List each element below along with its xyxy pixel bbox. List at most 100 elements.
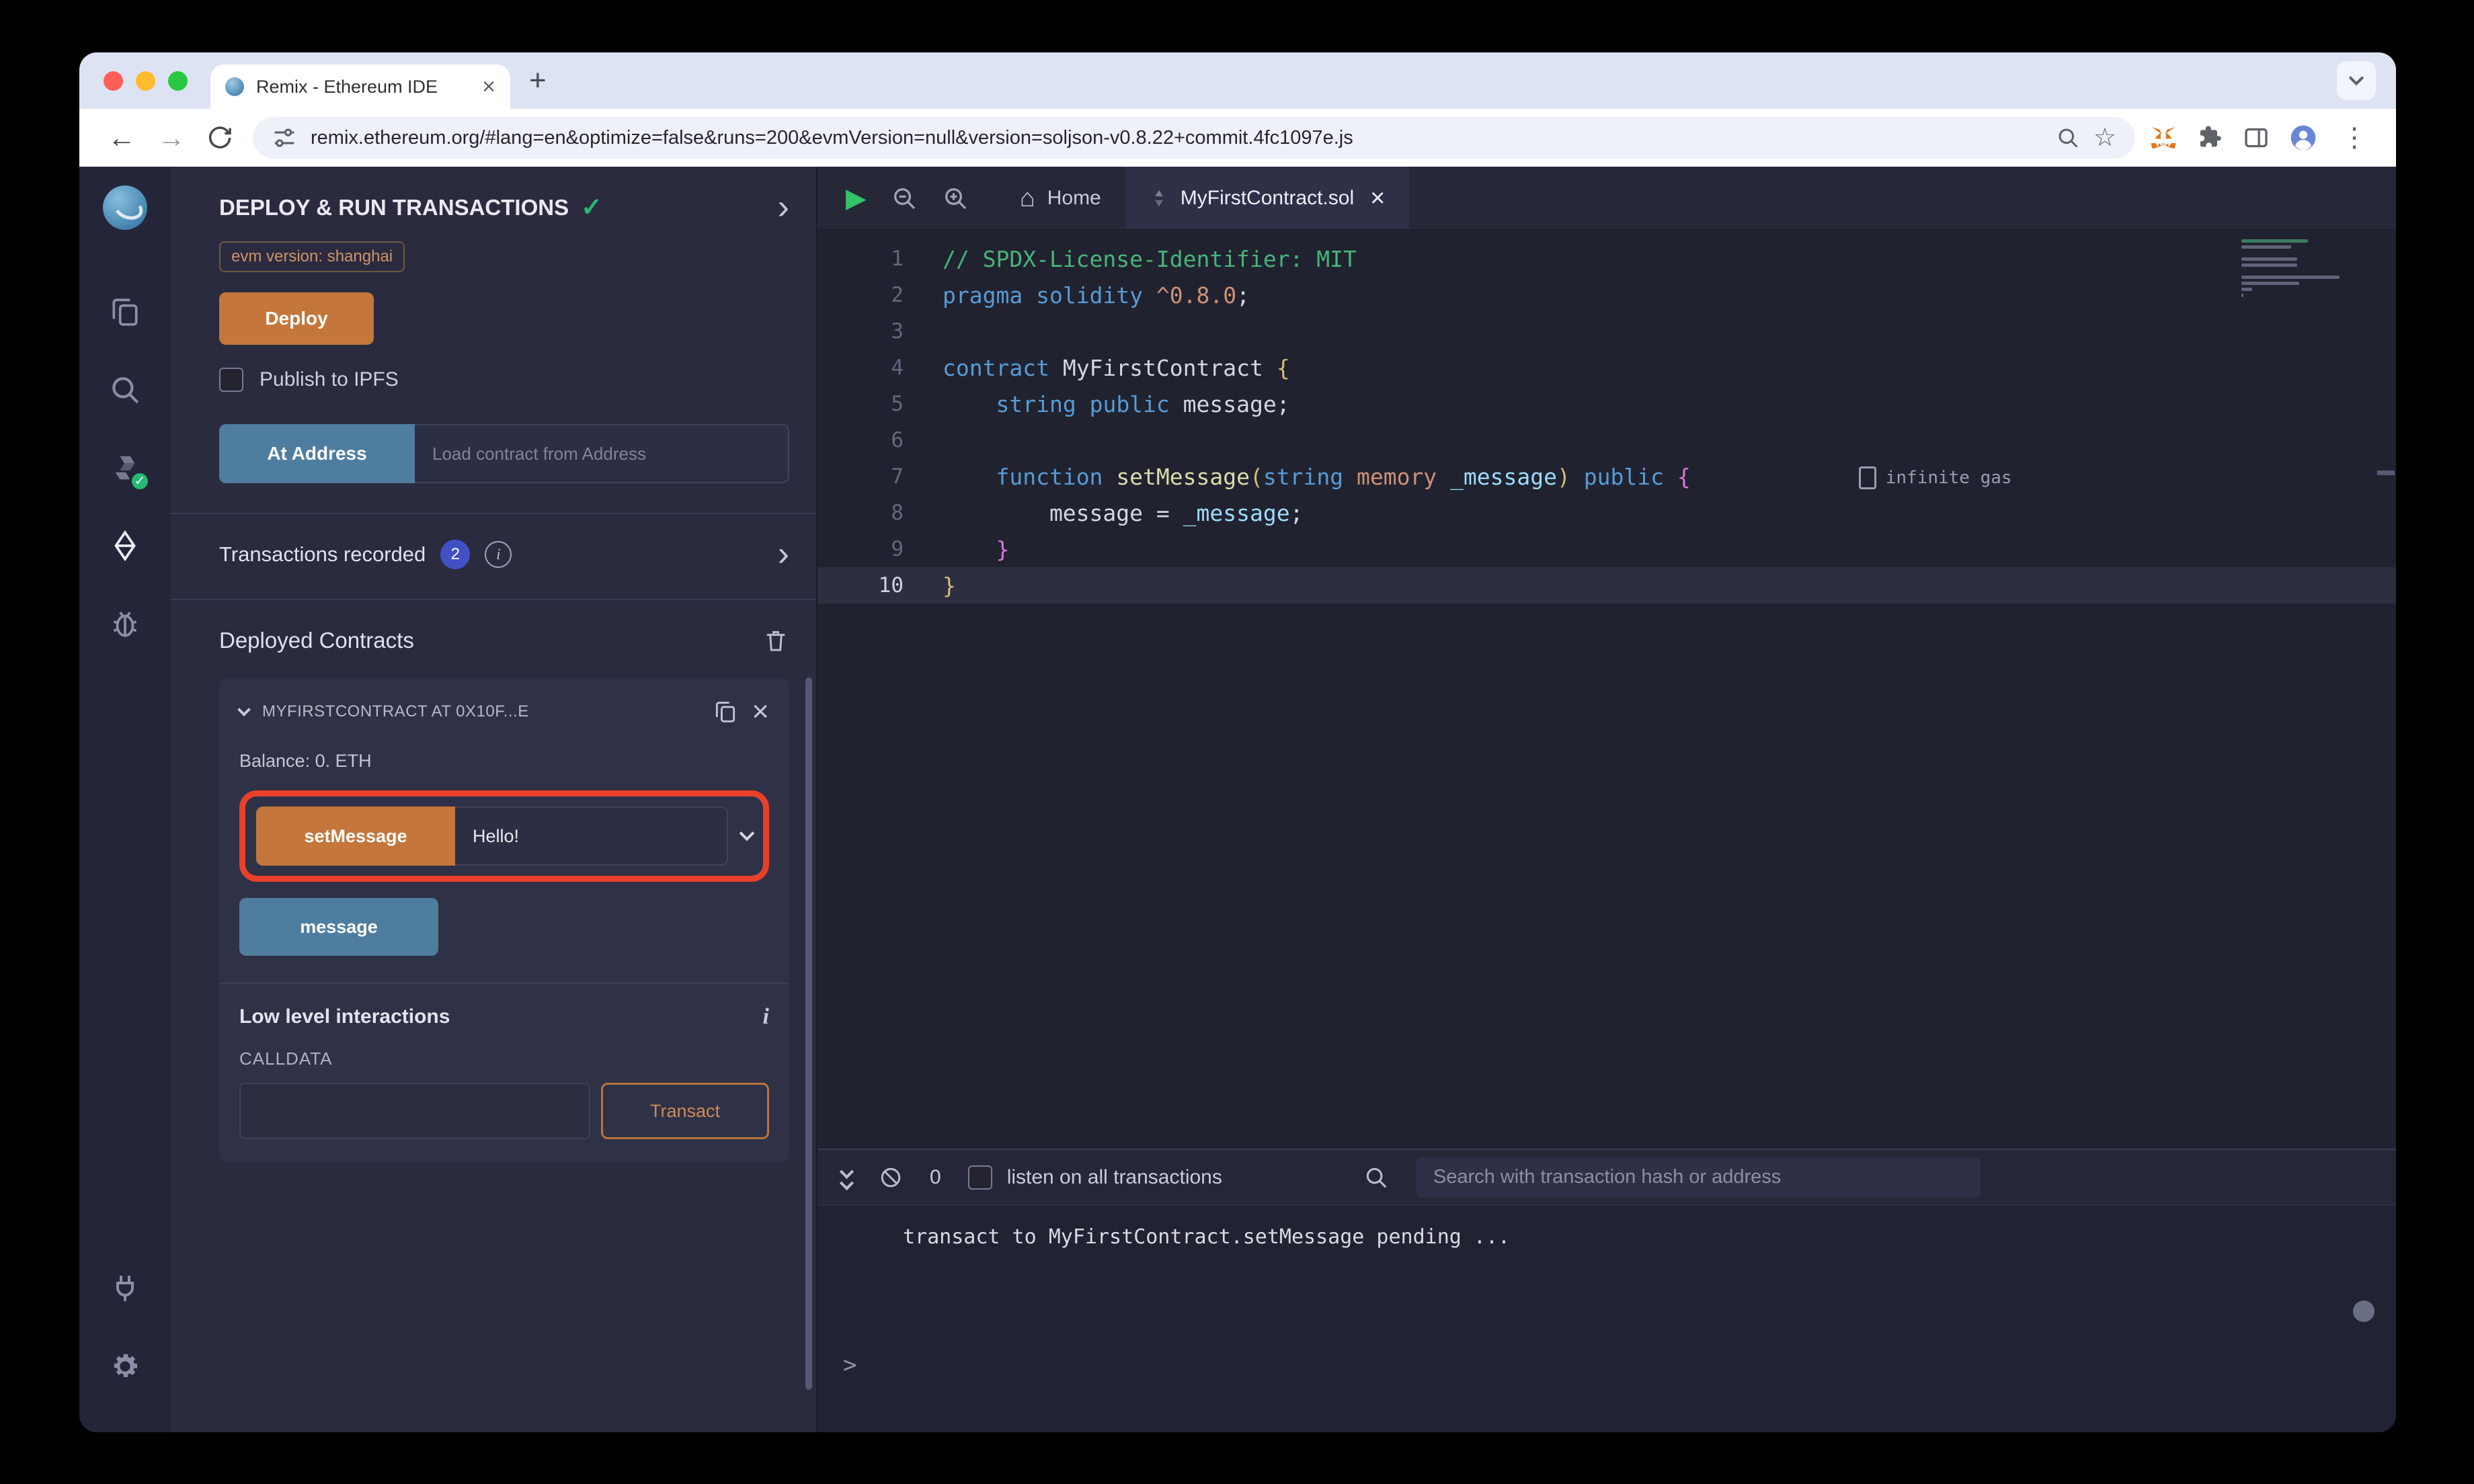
remove-contract-icon[interactable]: × — [752, 697, 769, 727]
solidity-compiler-icon[interactable]: ✓ — [106, 449, 151, 492]
deployed-contracts-title: Deployed Contracts — [219, 628, 414, 653]
at-address-button[interactable]: At Address — [219, 424, 415, 483]
profile-avatar[interactable] — [2288, 123, 2318, 153]
run-script-icon[interactable]: ▶ — [846, 185, 867, 212]
chevron-down-icon — [2348, 70, 2364, 86]
settings-gear-icon[interactable] — [106, 1348, 144, 1385]
editor-tab-bar: ▶ ⌂ Home MyFirstContract.sol × — [817, 167, 2396, 230]
tab-close-icon[interactable]: × — [1370, 186, 1385, 211]
tab-close-icon[interactable]: × — [482, 75, 495, 98]
line-number: 7 — [891, 464, 904, 489]
line-number: 9 — [891, 537, 904, 561]
forward-button[interactable]: → — [147, 124, 196, 152]
search-plugin-icon[interactable] — [106, 371, 144, 409]
low-level-info-icon[interactable]: i — [763, 1004, 769, 1030]
address-bar[interactable]: remix.ethereum.org/#lang=en&optimize=fal… — [253, 117, 2135, 159]
plugin-icon-rail: ✓ — [79, 167, 171, 1432]
panel-expand-icon[interactable]: › — [778, 190, 789, 224]
pending-count: 0 — [930, 1165, 941, 1188]
code-line[interactable]: 4 contract MyFirstContract { — [817, 349, 2396, 386]
terminal-collapse-icon[interactable] — [839, 1164, 854, 1190]
rail-bottom-group — [106, 1249, 144, 1405]
clear-console-icon[interactable] — [879, 1165, 903, 1190]
url-text[interactable]: remix.ethereum.org/#lang=en&optimize=fal… — [311, 127, 2042, 149]
panel-title: DEPLOY & RUN TRANSACTIONS — [219, 194, 569, 220]
info-icon[interactable]: i — [485, 541, 512, 568]
site-info-icon[interactable] — [272, 125, 297, 151]
code-line[interactable]: 8 message = _message; — [817, 495, 2396, 531]
code-line[interactable]: 6 — [817, 422, 2396, 458]
minimize-window-button[interactable] — [136, 71, 155, 91]
trash-icon[interactable] — [762, 627, 789, 654]
expand-params-icon[interactable] — [739, 825, 755, 841]
close-window-button[interactable] — [104, 71, 123, 91]
panel-scrollbar[interactable] — [805, 677, 812, 1390]
browser-menu-icon[interactable]: ⋮ — [2337, 124, 2372, 151]
check-icon: ✓ — [581, 194, 602, 222]
browser-window: Remix - Ethereum IDE × + ← → remix.ether… — [79, 52, 2396, 1432]
line-number: 6 — [891, 428, 904, 452]
editor-minimap[interactable] — [2241, 239, 2342, 297]
plugin-manager-icon[interactable] — [106, 1270, 144, 1307]
message-getter-button[interactable]: message — [239, 898, 438, 956]
reload-button[interactable] — [196, 124, 243, 152]
file-explorer-icon[interactable] — [106, 293, 144, 331]
calldata-input[interactable] — [239, 1083, 590, 1139]
line-number: 1 — [891, 247, 904, 271]
deploy-button[interactable]: Deploy — [219, 292, 374, 345]
code-line[interactable]: 9 } — [817, 531, 2396, 567]
evm-version-badge: evm version: shanghai — [219, 241, 405, 272]
line-number: 4 — [891, 356, 904, 380]
code-editor[interactable]: 1// SPDX-License-Identifier: MIT 2 pragma … — [817, 230, 2396, 1149]
annotation-highlight-box: setMessage — [239, 790, 769, 882]
editor-scrollbar[interactable] — [2377, 470, 2395, 475]
code-line[interactable]: 10} — [817, 567, 2396, 604]
line-number: 10 — [878, 573, 904, 597]
listen-all-checkbox[interactable] — [967, 1165, 992, 1190]
transact-button[interactable]: Transact — [601, 1083, 769, 1139]
set-message-input[interactable] — [455, 807, 728, 866]
terminal-search-icon — [1363, 1165, 1389, 1190]
remix-app: ✓ DEPLOY & RUN TRANSACTIONS ✓ › evm vers… — [79, 167, 2396, 1432]
maximize-window-button[interactable] — [168, 71, 188, 91]
transactions-expand-icon[interactable]: › — [778, 536, 789, 571]
code-line[interactable]: 3 — [817, 313, 2396, 349]
contract-collapse-icon[interactable] — [237, 703, 251, 716]
set-message-button[interactable]: setMessage — [256, 807, 455, 866]
zoom-out-icon[interactable] — [891, 185, 918, 212]
code-line[interactable]: 2 pragma solidity ^0.8.0; — [817, 277, 2396, 313]
code-line[interactable]: 1// SPDX-License-Identifier: MIT — [817, 241, 2396, 277]
tab-home[interactable]: ⌂ Home — [996, 167, 1125, 229]
terminal-search-input[interactable] — [1415, 1157, 1981, 1198]
low-level-title: Low level interactions — [239, 1005, 450, 1028]
zoom-in-icon[interactable] — [942, 185, 969, 212]
bookmark-star-icon[interactable]: ☆ — [2093, 125, 2116, 151]
extensions-puzzle-icon[interactable] — [2197, 124, 2224, 151]
traffic-lights — [79, 71, 188, 91]
terminal-toolbar: 0 listen on all transactions — [817, 1150, 2396, 1205]
deploy-run-icon[interactable] — [106, 527, 144, 565]
sidebar-toggle-icon[interactable] — [2243, 124, 2270, 151]
tab-search-button[interactable] — [2337, 61, 2376, 100]
remix-logo-icon[interactable] — [103, 186, 147, 230]
new-tab-button[interactable]: + — [529, 66, 547, 95]
code-line[interactable]: 7 function setMessage(string memory _mes… — [817, 458, 2396, 495]
transactions-recorded-label: Transactions recorded — [219, 542, 426, 566]
back-button[interactable]: ← — [97, 124, 147, 152]
listen-all-label: listen on all transactions — [1006, 1165, 1222, 1188]
code-line[interactable]: 5 string public message; — [817, 386, 2396, 422]
metamask-icon[interactable] — [2149, 123, 2178, 153]
debugger-icon[interactable] — [106, 605, 144, 643]
main-area: ▶ ⌂ Home MyFirstContract.sol × 1 // SPDX… — [817, 167, 2396, 1432]
solidity-file-icon — [1150, 189, 1168, 208]
terminal-scroll-knob[interactable] — [2353, 1301, 2375, 1322]
browser-tab[interactable]: Remix - Ethereum IDE × — [210, 65, 510, 109]
terminal-prompt[interactable]: > — [843, 1352, 856, 1378]
line-number: 3 — [891, 319, 904, 343]
load-contract-input[interactable] — [415, 424, 789, 483]
copy-address-icon[interactable] — [713, 699, 738, 725]
tab-myfirstcontract[interactable]: MyFirstContract.sol × — [1125, 167, 1410, 229]
publish-ipfs-checkbox[interactable] — [219, 368, 243, 392]
zoom-icon[interactable] — [2056, 126, 2080, 150]
terminal-log-line[interactable]: transact to MyFirstContract.setMessage p… — [817, 1205, 2396, 1249]
